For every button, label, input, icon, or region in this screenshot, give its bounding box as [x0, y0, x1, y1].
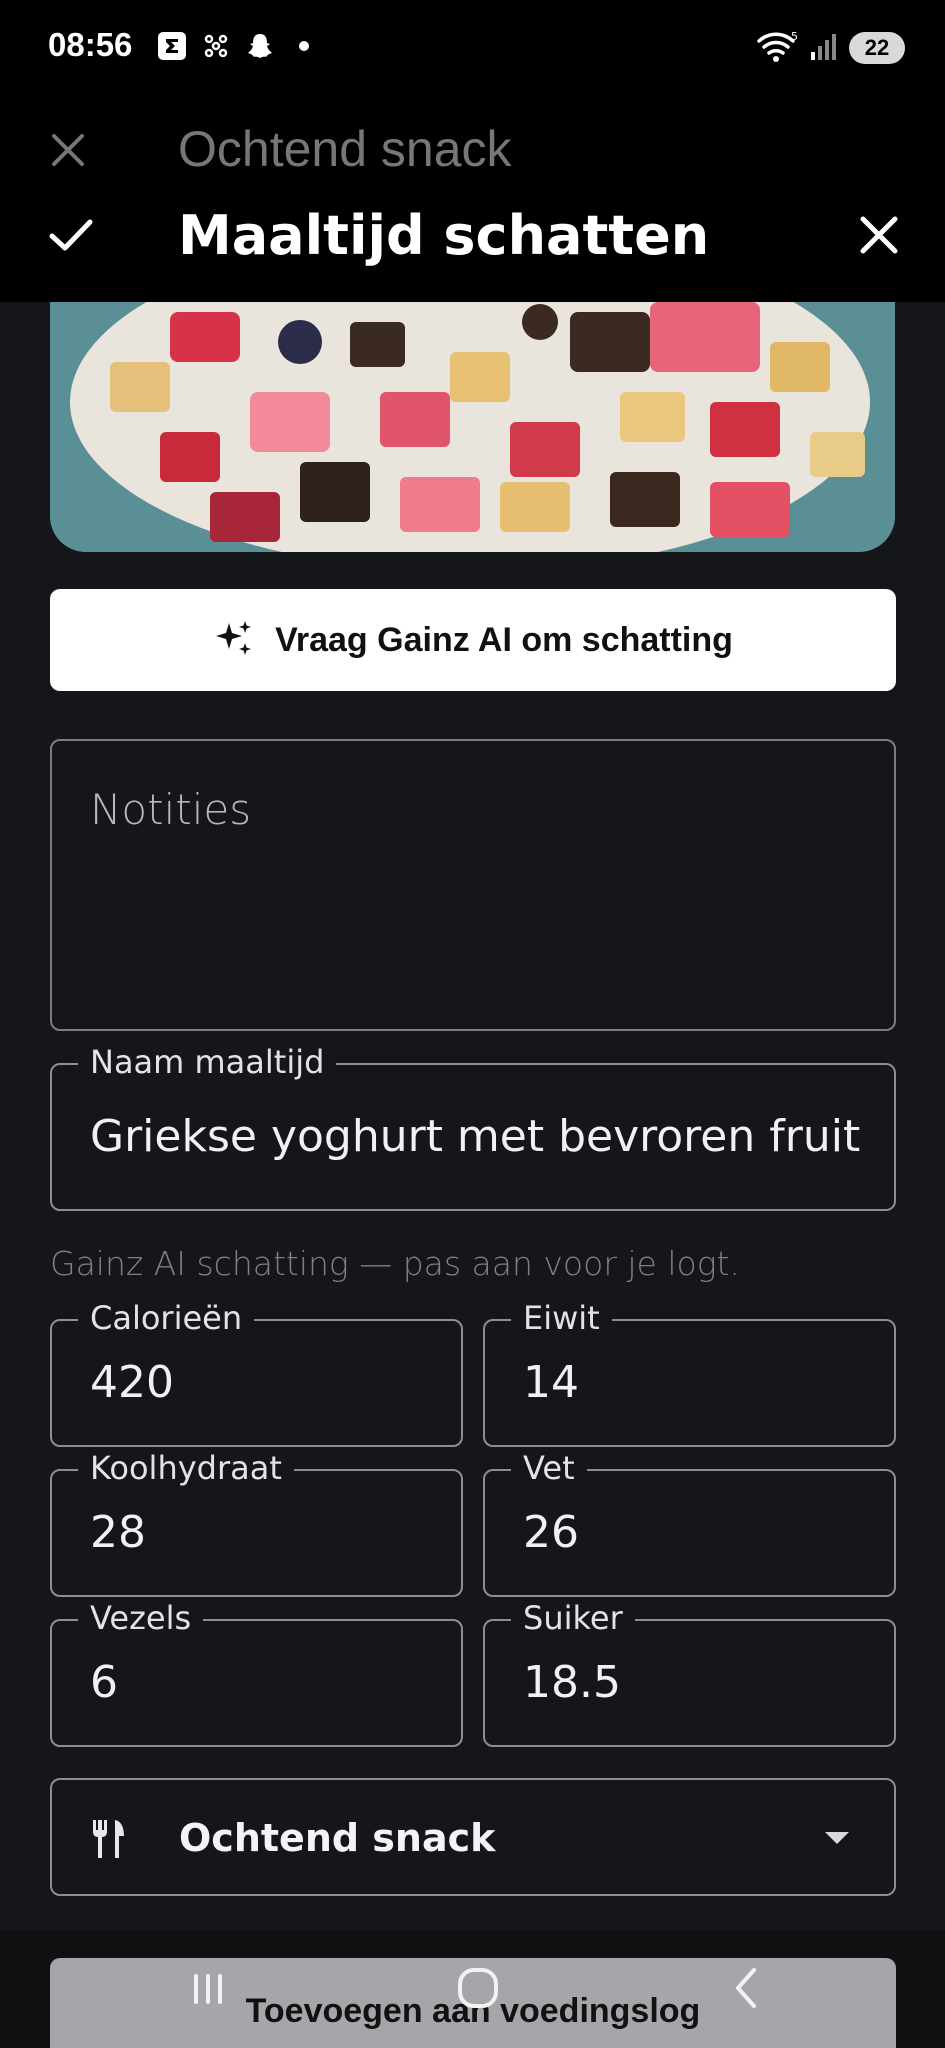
ask-ai-estimate-button[interactable]: Vraag Gainz AI om schatting: [50, 589, 896, 691]
battery-icon: 22: [849, 32, 905, 64]
recent-apps-icon[interactable]: [182, 1960, 242, 2020]
meal-type-select[interactable]: Ochtend snack: [50, 1778, 896, 1896]
sparkles-icon: [213, 617, 255, 663]
underlying-title: Ochtend snack: [178, 121, 512, 177]
snapchat-icon: [244, 30, 276, 62]
dropdown-arrow-icon: [824, 1830, 850, 1844]
notes-placeholder: Notities: [90, 785, 252, 834]
dialog-content: Vraag Gainz AI om schatting Notities Naa…: [0, 302, 945, 1930]
dot-icon: [288, 30, 320, 62]
fiber-label: Vezels: [78, 1599, 204, 1637]
confirm-check-button[interactable]: [46, 210, 96, 260]
carbs-value: 28: [90, 1507, 146, 1558]
fat-label: Vet: [511, 1449, 587, 1487]
close-icon: [50, 132, 86, 172]
meal-name-field[interactable]: Naam maaltijd Griekse yoghurt met bevror…: [50, 1043, 896, 1211]
ai-estimate-hint: Gainz AI schatting — pas aan voor je log…: [50, 1244, 740, 1283]
signal-icon: [809, 30, 839, 66]
protein-value: 14: [523, 1357, 579, 1408]
calories-value: 420: [90, 1357, 174, 1408]
protein-field[interactable]: Eiwit 14: [483, 1299, 896, 1447]
dialog-title: Maaltijd schatten: [178, 204, 710, 267]
system-icons: 5 22: [755, 28, 905, 68]
notes-field[interactable]: Notities: [50, 739, 896, 1031]
carbs-field[interactable]: Koolhydraat 28: [50, 1449, 463, 1597]
sugar-label: Suiker: [511, 1599, 635, 1637]
sugar-field[interactable]: Suiker 18.5: [483, 1599, 896, 1747]
meal-type-value: Ochtend snack: [179, 1816, 496, 1860]
bottom-bar: Toevoegen aan voedingslog: [0, 1930, 945, 2048]
fat-field[interactable]: Vet 26: [483, 1449, 896, 1597]
home-icon[interactable]: [448, 1960, 508, 2020]
sugar-value: 18.5: [523, 1657, 621, 1708]
notification-icons: [156, 30, 320, 62]
meal-name-value: Griekse yoghurt met bevroren fruit: [90, 1111, 860, 1162]
flower-app-icon: [200, 30, 232, 62]
svg-text:5: 5: [791, 30, 798, 43]
meal-photo: [50, 302, 895, 552]
carbs-label: Koolhydraat: [78, 1449, 294, 1487]
underlying-header: Ochtend snack: [0, 92, 945, 180]
wifi-icon: 5: [755, 28, 799, 68]
back-icon[interactable]: [718, 1960, 778, 2020]
fat-value: 26: [523, 1507, 579, 1558]
sigma-app-icon: [156, 30, 188, 62]
calories-label: Calorieën: [78, 1299, 255, 1337]
fiber-value: 6: [90, 1657, 118, 1708]
protein-label: Eiwit: [511, 1299, 612, 1337]
meal-name-label: Naam maaltijd: [78, 1043, 337, 1081]
fork-knife-icon: [90, 1818, 128, 1860]
calories-field[interactable]: Calorieën 420: [50, 1299, 463, 1447]
fiber-field[interactable]: Vezels 6: [50, 1599, 463, 1747]
close-button[interactable]: [857, 213, 901, 257]
status-bar: 08:56 5 22: [0, 0, 945, 92]
dialog-header: Maaltijd schatten: [0, 180, 945, 302]
status-time: 08:56: [48, 26, 133, 63]
ask-ai-label: Vraag Gainz AI om schatting: [275, 620, 733, 659]
